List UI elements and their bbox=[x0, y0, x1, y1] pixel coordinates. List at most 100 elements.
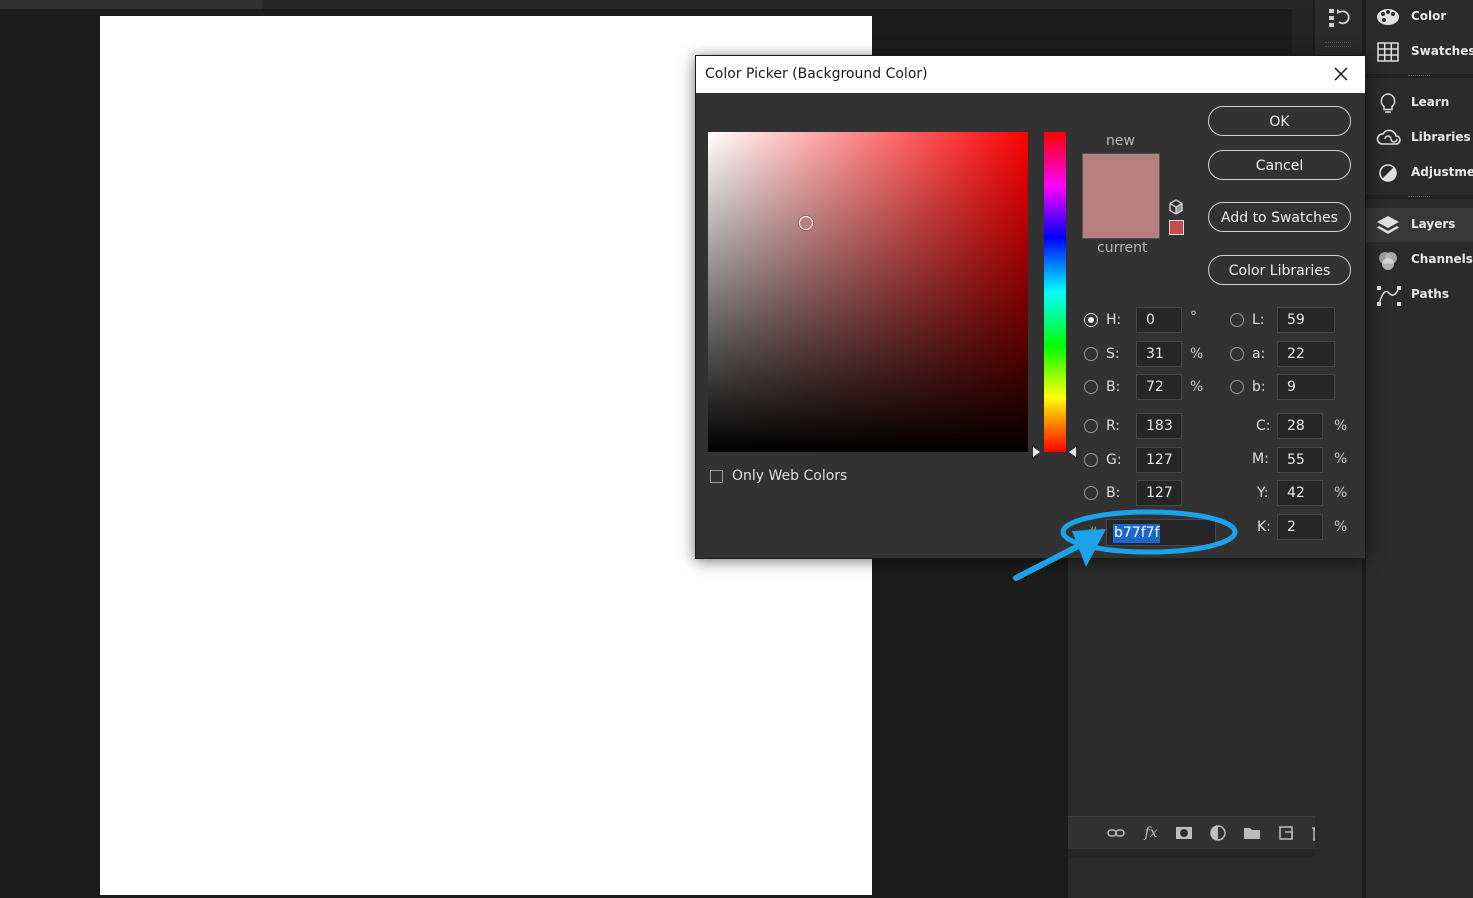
blue-label: B: bbox=[1106, 485, 1121, 501]
panel-label: Channels bbox=[1411, 252, 1473, 266]
panel-group-divider[interactable] bbox=[1366, 195, 1473, 199]
brightness-label: B: bbox=[1106, 379, 1121, 395]
document-tab[interactable] bbox=[0, 0, 262, 9]
radio-lightness[interactable] bbox=[1230, 313, 1244, 327]
yellow-input[interactable]: 42 bbox=[1277, 480, 1323, 506]
magenta-unit: % bbox=[1334, 451, 1348, 467]
magenta-label: M: bbox=[1252, 451, 1269, 467]
add-to-swatches-button[interactable]: Add to Swatches bbox=[1208, 202, 1351, 232]
only-web-colors-label: Only Web Colors bbox=[732, 468, 848, 484]
hue-label: H: bbox=[1106, 312, 1122, 328]
ok-button[interactable]: OK bbox=[1208, 106, 1351, 136]
panel-tab-channels[interactable]: Channels bbox=[1366, 243, 1473, 277]
layer-mask-icon[interactable] bbox=[1174, 823, 1194, 843]
panel-tab-color[interactable]: Color bbox=[1366, 0, 1473, 34]
radio-green[interactable] bbox=[1084, 453, 1098, 467]
panel-tab-layers[interactable]: Layers bbox=[1366, 208, 1473, 242]
panel-tab-paths[interactable]: Paths bbox=[1366, 278, 1473, 312]
palette-icon bbox=[1376, 7, 1400, 27]
panel-label: Swatches bbox=[1411, 44, 1473, 58]
only-web-colors-checkbox[interactable] bbox=[710, 470, 723, 483]
cancel-button[interactable]: Cancel bbox=[1208, 150, 1351, 180]
magenta-input[interactable]: 55 bbox=[1277, 447, 1323, 473]
brightness-unit: % bbox=[1190, 379, 1204, 395]
saturation-input[interactable]: 31 bbox=[1136, 341, 1182, 367]
hex-hash-label: # bbox=[1087, 525, 1099, 541]
green-input[interactable]: 127 bbox=[1136, 447, 1182, 473]
brightness-input[interactable]: 72 bbox=[1136, 374, 1182, 400]
panel-label: Paths bbox=[1411, 287, 1449, 301]
cyan-input[interactable]: 28 bbox=[1277, 413, 1323, 439]
lightbulb-icon bbox=[1376, 93, 1400, 113]
panels-column: Color Swatches Learn Libraries Adjustmen… bbox=[1366, 0, 1473, 898]
panel-label: Layers bbox=[1411, 217, 1456, 231]
panel-label: Adjustments bbox=[1411, 165, 1473, 179]
color-field-cursor[interactable] bbox=[799, 216, 813, 230]
panel-tab-swatches[interactable]: Swatches bbox=[1366, 35, 1473, 69]
panel-label: Learn bbox=[1411, 95, 1450, 109]
cc-libraries-icon bbox=[1376, 128, 1401, 148]
color-picker-dialog: Color Picker (Background Color) new curr… bbox=[695, 55, 1366, 559]
hue-unit: ° bbox=[1190, 309, 1197, 325]
hex-value-selected: b77f7f bbox=[1113, 524, 1161, 543]
panel-tab-adjustments[interactable]: Adjustments bbox=[1366, 156, 1473, 190]
hex-input[interactable]: b77f7f bbox=[1106, 519, 1216, 546]
new-color-label: new bbox=[1106, 133, 1135, 149]
history-icon[interactable] bbox=[1327, 6, 1351, 30]
saturation-label: S: bbox=[1106, 346, 1120, 362]
color-field[interactable] bbox=[708, 132, 1028, 452]
adjustment-layer-icon[interactable] bbox=[1208, 823, 1228, 843]
group-folder-icon[interactable] bbox=[1242, 823, 1262, 843]
hue-slider[interactable] bbox=[1044, 132, 1066, 452]
yellow-unit: % bbox=[1334, 485, 1348, 501]
cyan-unit: % bbox=[1334, 418, 1348, 434]
current-color-swatch[interactable] bbox=[1082, 196, 1160, 239]
paths-icon bbox=[1376, 285, 1401, 306]
current-color-label: current bbox=[1097, 240, 1148, 256]
saturation-unit: % bbox=[1190, 346, 1204, 362]
lab-a-label: a: bbox=[1252, 346, 1266, 362]
panel-label: Color bbox=[1411, 9, 1447, 23]
panel-tab-libraries[interactable]: Libraries bbox=[1366, 121, 1473, 155]
close-icon[interactable] bbox=[1331, 64, 1351, 84]
new-layer-icon[interactable] bbox=[1276, 823, 1296, 843]
black-input[interactable]: 2 bbox=[1277, 514, 1323, 540]
new-color-swatch bbox=[1082, 153, 1160, 197]
radio-lab-a[interactable] bbox=[1230, 347, 1244, 361]
red-label: R: bbox=[1106, 418, 1121, 434]
web-safe-color-swatch[interactable] bbox=[1169, 220, 1184, 235]
red-input[interactable]: 183 bbox=[1136, 413, 1182, 439]
cyan-label: C: bbox=[1256, 418, 1271, 434]
radio-lab-b[interactable] bbox=[1230, 380, 1244, 394]
link-layers-icon[interactable] bbox=[1106, 823, 1126, 843]
channels-icon bbox=[1376, 250, 1400, 270]
fx-icon[interactable]: fx bbox=[1141, 823, 1161, 843]
green-label: G: bbox=[1106, 452, 1122, 468]
layers-icon bbox=[1376, 215, 1400, 235]
radio-hue[interactable] bbox=[1084, 313, 1098, 327]
toolbar-grip[interactable] bbox=[1325, 42, 1351, 47]
document-tab-bar bbox=[0, 0, 1313, 9]
blue-input[interactable]: 127 bbox=[1136, 480, 1182, 506]
radio-brightness[interactable] bbox=[1084, 380, 1098, 394]
radio-red[interactable] bbox=[1084, 419, 1098, 433]
hue-slider-handle-left[interactable] bbox=[1033, 447, 1040, 457]
lab-a-input[interactable]: 22 bbox=[1277, 341, 1335, 367]
radio-blue[interactable] bbox=[1084, 486, 1098, 500]
adjustments-icon bbox=[1376, 163, 1400, 183]
panel-group-divider[interactable] bbox=[1366, 74, 1473, 78]
color-libraries-button[interactable]: Color Libraries bbox=[1208, 255, 1351, 285]
panel-tab-learn[interactable]: Learn bbox=[1366, 86, 1473, 120]
panel-label: Libraries bbox=[1411, 130, 1471, 144]
dialog-titlebar[interactable]: Color Picker (Background Color) bbox=[696, 56, 1365, 93]
black-label: K: bbox=[1257, 519, 1271, 535]
out-of-gamut-cube-icon[interactable] bbox=[1168, 199, 1184, 215]
yellow-label: Y: bbox=[1257, 485, 1269, 501]
dialog-title: Color Picker (Background Color) bbox=[705, 66, 928, 82]
lab-l-input[interactable]: 59 bbox=[1277, 307, 1335, 333]
hue-slider-handle-right[interactable] bbox=[1069, 447, 1076, 457]
lab-b-input[interactable]: 9 bbox=[1277, 374, 1335, 400]
hue-input[interactable]: 0 bbox=[1136, 307, 1182, 333]
lab-l-label: L: bbox=[1252, 312, 1265, 328]
radio-saturation[interactable] bbox=[1084, 347, 1098, 361]
